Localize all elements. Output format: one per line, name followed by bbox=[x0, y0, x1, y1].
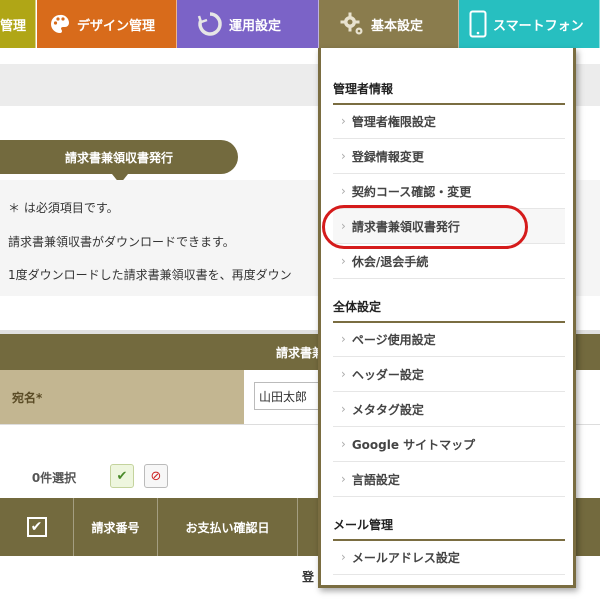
chevron-right-icon: › bbox=[341, 184, 346, 198]
redownload-note: 1度ダウンロードした請求書兼領収書を、再度ダウン bbox=[8, 268, 292, 282]
chevron-right-icon: › bbox=[341, 332, 346, 346]
section-title: 請求書兼領収書発行 bbox=[0, 140, 238, 184]
menu-item-mail-address[interactable]: › メールアドレス設定 bbox=[333, 540, 565, 575]
gear-icon bbox=[339, 11, 365, 37]
menu-item-label: ページ使用設定 bbox=[351, 332, 436, 347]
menu-item-meta-tags[interactable]: › メタタグ設定 bbox=[333, 392, 565, 427]
tab-management[interactable]: 管理 bbox=[0, 0, 36, 48]
menu-item-admin-permissions[interactable]: › 管理者権限設定 bbox=[333, 104, 565, 139]
chevron-right-icon: › bbox=[341, 149, 346, 163]
section-global-settings: 全体設定 bbox=[333, 298, 565, 323]
recipient-label: 宛名* bbox=[0, 370, 244, 424]
menu-item-header-settings[interactable]: › ヘッダー設定 bbox=[333, 357, 565, 392]
top-navigation: 管理 デザイン管理 運用設定 基本設定 スマートフォン bbox=[0, 0, 600, 48]
section-mail-management: メール管理 bbox=[333, 516, 565, 541]
clear-selection-icon: ⊘ bbox=[150, 468, 162, 484]
menu-item-page-usage[interactable]: › ページ使用設定 bbox=[333, 322, 565, 357]
tab-smartphone[interactable]: スマートフォン bbox=[459, 0, 600, 48]
menu-item-label: 言語設定 bbox=[351, 472, 400, 487]
tab-design-label: デザイン管理 bbox=[77, 18, 156, 34]
tab-smartphone-label: スマートフォン bbox=[493, 18, 584, 34]
section-admin-info: 管理者情報 bbox=[333, 80, 565, 105]
select-all-button[interactable]: ✔ bbox=[110, 464, 134, 488]
menu-item-google-sitemap[interactable]: › Google サイトマップ bbox=[333, 427, 565, 462]
tab-basic-settings[interactable]: 基本設定 bbox=[319, 0, 459, 48]
chevron-right-icon: › bbox=[341, 367, 346, 381]
tab-ops-label: 運用設定 bbox=[229, 18, 282, 34]
header-select-all[interactable]: ✔ bbox=[0, 498, 74, 556]
menu-item-language[interactable]: › 言語設定 bbox=[333, 462, 565, 497]
selection-count: 0件選択 bbox=[4, 458, 104, 496]
tab-design-management[interactable]: デザイン管理 bbox=[37, 0, 177, 48]
basic-settings-dropdown: 管理者情報 › 管理者権限設定 › 登録情報変更 › 契約コース確認・変更 › … bbox=[318, 48, 576, 588]
chevron-right-icon: › bbox=[341, 402, 346, 416]
chevron-right-icon: › bbox=[341, 254, 346, 268]
menu-item-label: Google サイトマップ bbox=[351, 437, 476, 452]
menu-item-registration-info[interactable]: › 登録情報変更 bbox=[333, 139, 565, 174]
menu-item-suspend-cancel[interactable]: › 休会/退会手続 bbox=[333, 244, 565, 279]
download-note: 請求書兼領収書がダウンロードできます。 bbox=[8, 235, 235, 249]
table-row-text: 登 bbox=[302, 570, 315, 584]
checkbox-check-icon: ✔ bbox=[116, 468, 128, 484]
column-payment-date: お支払い確認日 bbox=[158, 498, 298, 556]
menu-item-contract-course[interactable]: › 契約コース確認・変更 bbox=[333, 174, 565, 209]
deselect-all-button[interactable]: ⊘ bbox=[144, 464, 168, 488]
checkbox-checked-icon: ✔ bbox=[26, 517, 47, 537]
menu-item-label: 休会/退会手続 bbox=[351, 254, 429, 269]
menu-item-label: 登録情報変更 bbox=[351, 149, 424, 164]
required-note: ＊ は必須項目です。 bbox=[8, 201, 119, 215]
chevron-right-icon: › bbox=[341, 550, 346, 564]
menu-item-label: 契約コース確認・変更 bbox=[351, 184, 472, 199]
column-invoice-number: 請求番号 bbox=[74, 498, 158, 556]
highlight-annotation bbox=[322, 205, 528, 249]
menu-item-label: メタタグ設定 bbox=[351, 402, 424, 417]
menu-item-label: ヘッダー設定 bbox=[351, 367, 424, 382]
palette-icon bbox=[49, 13, 71, 35]
tab-management-label: 管理 bbox=[0, 18, 27, 34]
menu-item-label: 管理者権限設定 bbox=[351, 114, 436, 129]
refresh-icon bbox=[197, 11, 223, 37]
tab-operation-settings[interactable]: 運用設定 bbox=[177, 0, 319, 48]
smartphone-icon bbox=[469, 10, 487, 38]
chevron-right-icon: › bbox=[341, 472, 346, 486]
menu-item-label: メールアドレス設定 bbox=[351, 550, 460, 565]
tab-basic-label: 基本設定 bbox=[371, 18, 424, 34]
chevron-right-icon: › bbox=[341, 114, 346, 128]
chevron-right-icon: › bbox=[341, 437, 346, 451]
